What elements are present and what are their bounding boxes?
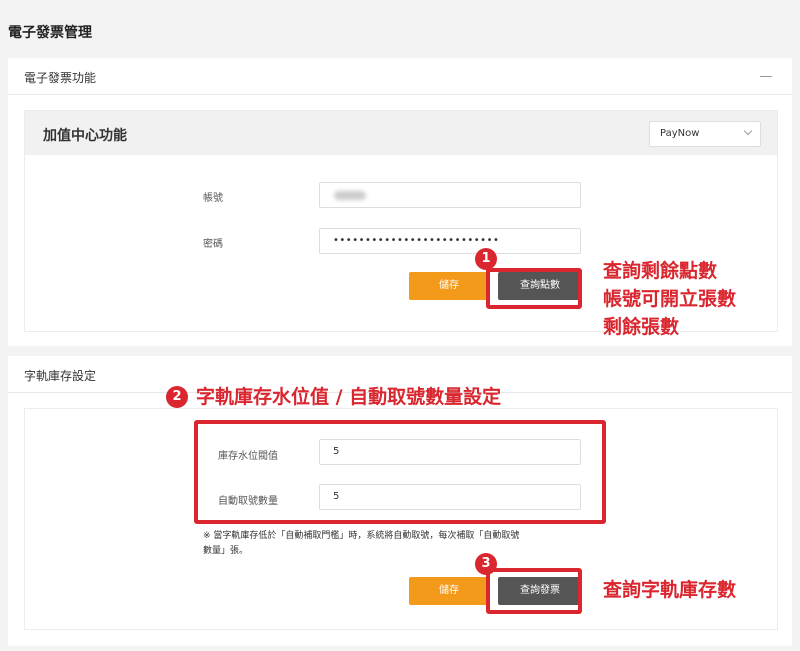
annotation-text-1-line1: 查詢剩餘點數	[603, 260, 718, 282]
annotation-text-1-line3: 剩餘張數	[603, 316, 680, 338]
track-stock-title: 字軌庫存設定	[24, 369, 97, 383]
save-button[interactable]: 儲存	[409, 272, 489, 300]
invoice-card-title: 電子發票功能	[24, 71, 97, 85]
annotation-text-3: 查詢字軌庫存數	[603, 579, 737, 601]
invoice-card-header: 電子發票功能	[8, 58, 792, 95]
annotation-badge-2: 2	[166, 386, 188, 408]
value-center-header: 加值中心功能 PayNow	[25, 111, 777, 155]
stock-note-line2: 數量」張。	[203, 546, 249, 556]
stock-note-line1: ※ 當字軌庫存低於「自動補取門檻」時，系統將自動取號，每次補取「自動取號	[203, 531, 520, 541]
password-field[interactable]: ••••••••••••••••••••••••••	[319, 228, 581, 254]
highlight-box-3	[486, 568, 582, 614]
account-label: 帳號	[203, 193, 223, 204]
annotation-text-2: 字軌庫存水位值 / 自動取號數量設定	[196, 386, 502, 408]
value-center-title: 加值中心功能	[43, 128, 127, 144]
annotation-text-1: 查詢剩餘點數 帳號可開立張數 剩餘張數	[603, 257, 736, 341]
chevron-down-icon	[743, 126, 753, 136]
password-label: 密碼	[203, 239, 223, 250]
provider-select-value: PayNow	[660, 128, 700, 139]
stock-save-button[interactable]: 儲存	[409, 577, 489, 605]
blurred-account-value	[334, 191, 366, 200]
stock-note: ※ 當字軌庫存低於「自動補取門檻」時，系統將自動取號，每次補取「自動取號 數量」…	[203, 529, 603, 559]
annotation-badge-1: 1	[475, 248, 497, 270]
highlight-box-1	[486, 268, 582, 309]
page-title: 電子發票管理	[8, 25, 92, 41]
account-field[interactable]	[319, 182, 581, 208]
highlight-box-2	[194, 420, 606, 524]
annotation-badge-3: 3	[475, 553, 497, 575]
annotation-text-1-line2: 帳號可開立張數	[603, 288, 737, 310]
provider-select[interactable]: PayNow	[649, 121, 761, 147]
collapse-icon[interactable]	[760, 76, 772, 77]
